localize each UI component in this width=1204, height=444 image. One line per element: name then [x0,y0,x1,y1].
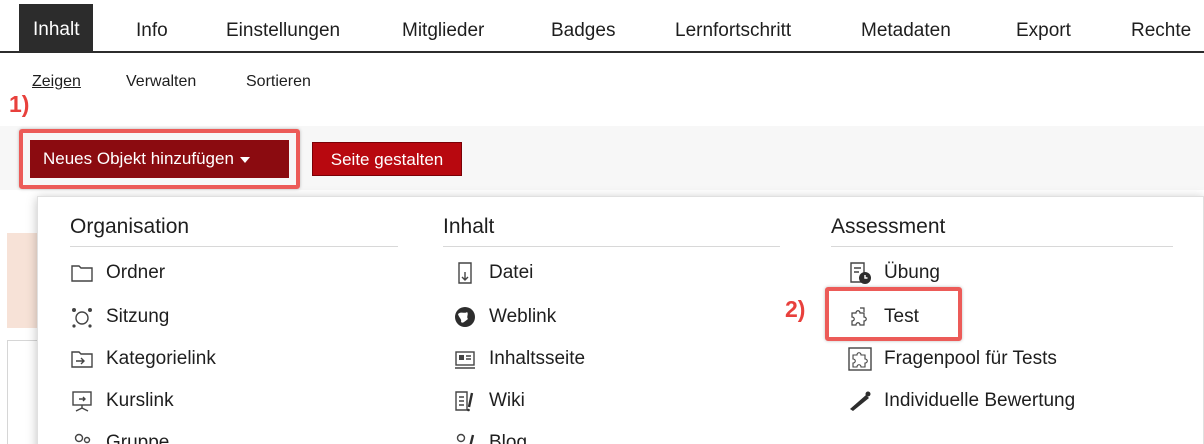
menu-item-label: Ordner [106,262,166,283]
tab-metadaten[interactable]: Metadaten [861,11,951,51]
exercise-icon [848,261,872,285]
individual-assessment-icon [848,389,872,413]
content-page-icon [453,347,477,371]
menu-item-label: Kategorielink [106,348,216,369]
question-pool-icon [848,347,872,371]
design-page-button[interactable]: Seite gestalten [312,142,462,176]
wiki-icon [453,389,477,413]
group-icon [70,431,94,444]
highlight-box-step-2 [825,287,962,341]
menu-item-label: Weblink [489,306,557,327]
step-2-marker: 2) [785,296,806,322]
tab-mitglieder[interactable]: Mitglieder [402,11,484,51]
column-heading-organisation: Organisation [70,215,190,238]
menu-item-label: Individuelle Bewertung [884,390,1076,411]
menu-item-label: Gruppe [106,432,170,444]
new-object-dropdown: Organisation Ordner Sitzung Kategorielin… [37,196,1204,444]
blog-icon [453,431,477,444]
folder-icon [70,261,94,285]
course-link-icon [70,389,94,413]
menu-item-label: Datei [489,262,534,283]
column-divider [831,246,1173,247]
subtab-zeigen[interactable]: Zeigen [32,73,81,91]
column-heading-inhalt: Inhalt [443,215,495,238]
menu-item-label: Kurslink [106,390,174,411]
page-panel-fragment [7,340,37,444]
menu-item-label: Wiki [489,390,525,411]
column-divider [443,246,780,247]
subtab-sortieren[interactable]: Sortieren [246,73,311,91]
menu-item-label: Blog [489,432,528,444]
subtab-verwalten[interactable]: Verwalten [126,73,196,91]
tab-inhalt[interactable]: Inhalt [19,4,94,53]
tab-rechte[interactable]: Rechte [1131,11,1191,51]
weblink-icon [453,305,477,329]
menu-item-label: Übung [884,262,940,283]
tab-lernfortschritt[interactable]: Lernfortschritt [675,11,791,51]
tab-info[interactable]: Info [136,11,168,51]
main-tab-bar: Inhalt Info Einstellungen Mitglieder Bad… [0,0,1204,53]
column-divider [70,246,398,247]
menu-item-label: Sitzung [106,306,170,327]
menu-item-label: Fragenpool für Tests [884,348,1057,369]
tab-einstellungen[interactable]: Einstellungen [226,11,340,51]
step-1-marker: 1) [9,91,30,117]
file-icon [453,261,477,285]
category-link-icon [70,347,94,371]
highlight-box-step-1 [19,129,300,189]
session-icon [70,305,94,329]
page-banner-fragment [7,233,37,328]
tab-export[interactable]: Export [1016,11,1071,51]
column-heading-assessment: Assessment [831,215,946,238]
tab-badges[interactable]: Badges [551,11,615,51]
menu-item-label: Inhaltsseite [489,348,586,369]
